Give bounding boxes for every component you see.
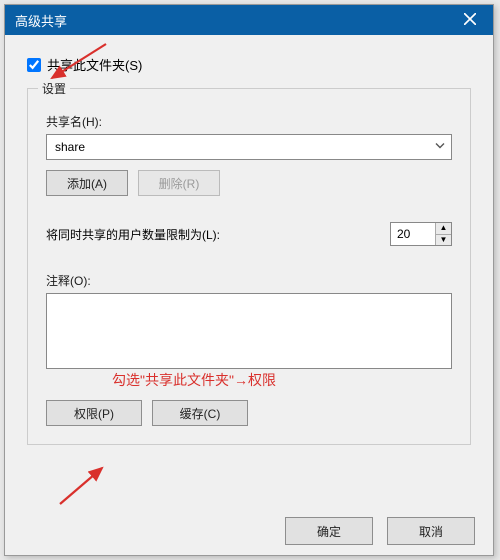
user-limit-input[interactable]	[391, 223, 435, 245]
share-name-select[interactable]: share	[46, 134, 452, 160]
share-name-value: share	[55, 140, 85, 154]
spinner-down-button[interactable]: ▼	[436, 234, 451, 246]
cancel-button[interactable]: 取消	[387, 517, 475, 545]
user-limit-spinner[interactable]: ▲ ▼	[390, 222, 452, 246]
permissions-button[interactable]: 权限(P)	[46, 400, 142, 426]
share-name-label: 共享名(H):	[46, 113, 452, 130]
window-title: 高级共享	[15, 11, 447, 30]
share-folder-checkbox[interactable]	[27, 58, 41, 72]
dialog-content: 共享此文件夹(S) 设置 共享名(H): share 添加(A) 删除(R) 将…	[5, 35, 493, 457]
remove-button: 删除(R)	[138, 170, 220, 196]
ok-button[interactable]: 确定	[285, 517, 373, 545]
close-icon	[464, 13, 476, 28]
cache-button[interactable]: 缓存(C)	[152, 400, 248, 426]
close-button[interactable]	[447, 5, 493, 35]
chevron-up-icon: ▲	[440, 224, 448, 232]
share-folder-row: 共享此文件夹(S)	[27, 55, 471, 74]
comment-input[interactable]	[46, 293, 452, 369]
titlebar: 高级共享	[5, 5, 493, 35]
comment-label: 注释(O):	[46, 272, 452, 289]
settings-fieldset: 设置 共享名(H): share 添加(A) 删除(R) 将同时共享的用户数量限…	[27, 88, 471, 445]
settings-legend: 设置	[38, 80, 70, 97]
spinner-up-button[interactable]: ▲	[436, 223, 451, 234]
dialog-footer: 确定 取消	[285, 517, 475, 545]
add-button[interactable]: 添加(A)	[46, 170, 128, 196]
advanced-sharing-dialog: 高级共享 共享此文件夹(S) 设置 共享名(H): share	[4, 4, 494, 556]
chevron-down-icon: ▼	[440, 236, 448, 244]
share-folder-label: 共享此文件夹(S)	[47, 55, 142, 74]
user-limit-label: 将同时共享的用户数量限制为(L):	[46, 226, 390, 243]
